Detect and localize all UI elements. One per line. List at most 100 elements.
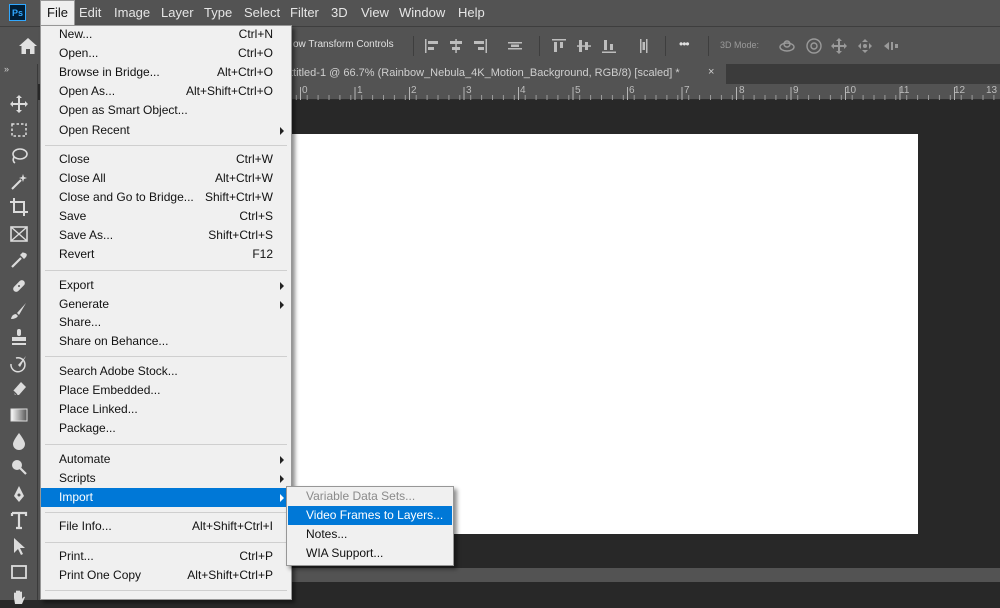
- document-canvas[interactable]: [292, 134, 918, 534]
- menu-item-open-recent[interactable]: Open Recent: [41, 121, 291, 140]
- align-left-edges-icon[interactable]: [424, 38, 440, 54]
- menu-item-shortcut: Ctrl+S: [239, 209, 273, 223]
- clone-stamp-icon[interactable]: [9, 327, 29, 347]
- eraser-icon[interactable]: [9, 378, 29, 398]
- marquee-icon[interactable]: [9, 120, 29, 140]
- menu-item-label: Print One Copy: [59, 568, 142, 582]
- frame-icon[interactable]: [9, 224, 29, 244]
- menu-item-share-on-behance[interactable]: Share on Behance...: [41, 332, 291, 351]
- align-bottom-edges-icon[interactable]: [601, 38, 617, 54]
- hand-icon[interactable]: [9, 588, 29, 608]
- dodge-icon[interactable]: [9, 457, 29, 477]
- close-tab-icon[interactable]: ×: [708, 66, 714, 78]
- menu-select[interactable]: Select: [238, 0, 286, 26]
- menu-help[interactable]: Help: [452, 0, 491, 26]
- magic-wand-icon[interactable]: [9, 172, 29, 192]
- submenu-item-video-frames-to-layers[interactable]: Video Frames to Layers...: [288, 506, 452, 525]
- gradient-icon[interactable]: [9, 405, 29, 425]
- show-transform-controls-label[interactable]: ow Transform Controls: [293, 39, 394, 50]
- 3d-slide-icon[interactable]: [856, 37, 874, 55]
- submenu-arrow-icon: [280, 282, 284, 290]
- menu-3d[interactable]: 3D: [325, 0, 354, 26]
- menu-item-file-info[interactable]: File Info... Alt+Shift+Ctrl+I: [41, 517, 291, 536]
- menu-item-save[interactable]: Save Ctrl+S: [41, 207, 291, 226]
- collapse-panel-icon[interactable]: »: [4, 64, 9, 74]
- menu-item-label: Save As...: [59, 228, 114, 242]
- healing-brush-icon[interactable]: [9, 276, 29, 296]
- menu-item-print[interactable]: Print... Ctrl+P: [41, 547, 291, 566]
- path-selection-icon[interactable]: [9, 536, 29, 556]
- menu-item-label: Export: [59, 278, 94, 292]
- menu-item-place-linked[interactable]: Place Linked...: [41, 400, 291, 419]
- blur-icon[interactable]: [9, 431, 29, 451]
- menu-item-label: Import: [59, 490, 94, 504]
- menu-item-open-as[interactable]: Open As... Alt+Shift+Ctrl+O: [41, 82, 291, 101]
- menu-window[interactable]: Window: [393, 0, 451, 26]
- menu-item-close-go-to-bridge[interactable]: Close and Go to Bridge... Shift+Ctrl+W: [41, 188, 291, 207]
- menu-layer[interactable]: Layer: [155, 0, 200, 26]
- 3d-pan-icon[interactable]: [830, 37, 848, 55]
- align-horizontal-centers-icon[interactable]: [448, 38, 464, 54]
- lasso-icon[interactable]: [9, 146, 29, 166]
- menu-item-open-smart-object[interactable]: Open as Smart Object...: [41, 101, 291, 120]
- menu-item-save-as[interactable]: Save As... Shift+Ctrl+S: [41, 226, 291, 245]
- menu-item-shortcut: Alt+Ctrl+O: [216, 65, 273, 79]
- 3d-roll-icon[interactable]: [805, 37, 823, 55]
- history-brush-icon[interactable]: [9, 354, 29, 374]
- align-right-edges-icon[interactable]: [472, 38, 488, 54]
- menu-separator: [45, 512, 287, 513]
- distribute-icon[interactable]: [507, 38, 523, 54]
- rectangle-icon[interactable]: [9, 562, 29, 582]
- menu-item-import[interactable]: Import: [41, 488, 291, 507]
- menu-file[interactable]: File: [40, 0, 75, 26]
- menu-item-search-adobe-stock[interactable]: Search Adobe Stock...: [41, 362, 291, 381]
- menu-item-label: Close All: [59, 171, 106, 185]
- menu-item-generate[interactable]: Generate: [41, 295, 291, 314]
- options-separator: [708, 36, 709, 56]
- menu-type[interactable]: Type: [198, 0, 238, 26]
- align-vertical-centers-icon[interactable]: [576, 38, 592, 54]
- menu-item-label: Open As...: [59, 84, 116, 98]
- move-icon[interactable]: [9, 94, 29, 114]
- submenu-arrow-icon: [280, 475, 284, 483]
- menu-item-place-embedded[interactable]: Place Embedded...: [41, 381, 291, 400]
- menu-item-close-all[interactable]: Close All Alt+Ctrl+W: [41, 169, 291, 188]
- menu-edit[interactable]: Edit: [73, 0, 107, 26]
- menu-image[interactable]: Image: [108, 0, 156, 26]
- type-icon[interactable]: [9, 510, 29, 530]
- menu-item-close[interactable]: Close Ctrl+W: [41, 150, 291, 169]
- menu-item-share[interactable]: Share...: [41, 313, 291, 332]
- menu-view[interactable]: View: [355, 0, 395, 26]
- menu-item-shortcut: Alt+Shift+Ctrl+I: [191, 519, 273, 533]
- menu-item-package[interactable]: Package...: [41, 419, 291, 438]
- home-icon[interactable]: [18, 37, 38, 55]
- menu-item-automate[interactable]: Automate: [41, 450, 291, 469]
- crop-icon[interactable]: [9, 197, 29, 217]
- menu-item-label: Save: [59, 209, 87, 223]
- options-separator: [665, 36, 666, 56]
- eyedropper-icon[interactable]: [9, 250, 29, 270]
- menu-item-export[interactable]: Export: [41, 276, 291, 295]
- menu-item-open[interactable]: Open... Ctrl+O: [41, 44, 291, 63]
- menu-item-revert[interactable]: Revert F12: [41, 245, 291, 264]
- 3d-orbit-icon[interactable]: [778, 37, 796, 55]
- menu-filter[interactable]: Filter: [284, 0, 325, 26]
- align-top-edges-icon[interactable]: [551, 38, 567, 54]
- ruler-label: 5: [575, 85, 581, 96]
- pen-icon[interactable]: [9, 484, 29, 504]
- menu-item-browse-in-bridge[interactable]: Browse in Bridge... Alt+Ctrl+O: [41, 63, 291, 82]
- menu-item-label: Automate: [59, 452, 111, 466]
- menu-item-scripts[interactable]: Scripts: [41, 469, 291, 488]
- more-options-icon[interactable]: •••: [679, 37, 690, 51]
- distribute-vertical-icon[interactable]: [636, 38, 652, 54]
- menu-item-label: Notes...: [306, 527, 348, 541]
- submenu-item-wia-support[interactable]: WIA Support...: [288, 544, 452, 563]
- 3d-scale-icon[interactable]: [882, 37, 900, 55]
- brush-icon[interactable]: [9, 301, 29, 321]
- menu-item-new[interactable]: New... Ctrl+N: [41, 25, 291, 44]
- menu-item-label: Open...: [59, 46, 99, 60]
- ruler-label: 9: [793, 85, 799, 96]
- submenu-item-notes[interactable]: Notes...: [288, 525, 452, 544]
- menu-item-print-one-copy[interactable]: Print One Copy Alt+Shift+Ctrl+P: [41, 566, 291, 585]
- document-tab-title[interactable]: ttitled-1 @ 66.7% (Rainbow_Nebula_4K_Mot…: [290, 67, 680, 79]
